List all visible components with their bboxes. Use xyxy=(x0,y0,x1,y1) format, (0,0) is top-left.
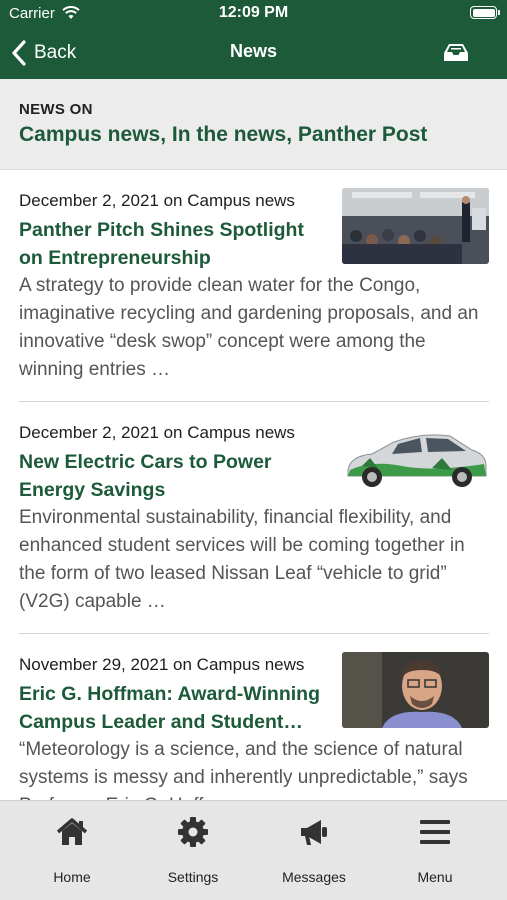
menu-icon xyxy=(420,820,450,844)
news-on-label: NEWS ON xyxy=(19,101,93,118)
megaphone-icon xyxy=(301,820,327,845)
feeds-title[interactable]: Campus news, In the news, Panther Post xyxy=(19,123,427,147)
tab-home[interactable]: Home xyxy=(22,815,122,885)
article-list[interactable]: December 2, 2021 on Campus news Panther … xyxy=(0,170,507,800)
article-title[interactable]: Eric G. Hoffman: Award-Winning Campus Le… xyxy=(19,680,331,736)
portrait-thumbnail xyxy=(342,652,489,728)
article-summary: “Meteorology is a science, and the scien… xyxy=(19,739,468,800)
nav-bar: Back News xyxy=(0,27,507,79)
article-title[interactable]: Panther Pitch Shines Spotlight on Entrep… xyxy=(19,216,331,272)
status-time: 12:09 PM xyxy=(218,4,289,21)
tab-bar: Home Settings Messages Menu xyxy=(0,800,507,900)
tab-menu[interactable]: Menu xyxy=(385,815,485,885)
article-item[interactable]: December 2, 2021 on Campus news Panther … xyxy=(0,170,507,402)
tab-settings[interactable]: Settings xyxy=(143,815,243,885)
home-icon xyxy=(56,818,88,845)
tab-menu-label: Menu xyxy=(417,869,453,885)
article-meta: December 2, 2021 on Campus news xyxy=(19,191,295,210)
page-title: News xyxy=(229,41,278,61)
gear-icon xyxy=(178,817,208,847)
inbox-icon[interactable] xyxy=(443,40,469,64)
news-feeds-header: NEWS ON Campus news, In the news, Panthe… xyxy=(0,79,507,170)
article-meta: December 2, 2021 on Campus news xyxy=(19,423,295,442)
electric-car-thumbnail xyxy=(342,420,489,496)
tab-home-label: Home xyxy=(53,869,91,885)
tab-messages-label: Messages xyxy=(282,869,346,885)
event-photo-thumbnail xyxy=(342,188,489,264)
article-summary: A strategy to provide clean water for th… xyxy=(19,275,479,380)
article-summary: Environmental sustainability, financial … xyxy=(19,507,465,612)
article-title[interactable]: New Electric Cars to Power Energy Saving… xyxy=(19,448,331,504)
article-item[interactable]: December 2, 2021 on Campus news New Elec… xyxy=(0,402,507,634)
battery-icon xyxy=(470,6,500,19)
article-item[interactable]: November 29, 2021 on Campus news Eric G.… xyxy=(0,634,507,800)
tab-settings-label: Settings xyxy=(167,869,219,885)
status-bar: Carrier 12:09 PM xyxy=(0,0,507,27)
tab-messages[interactable]: Messages xyxy=(264,815,364,885)
article-meta: November 29, 2021 on Campus news xyxy=(19,655,305,674)
